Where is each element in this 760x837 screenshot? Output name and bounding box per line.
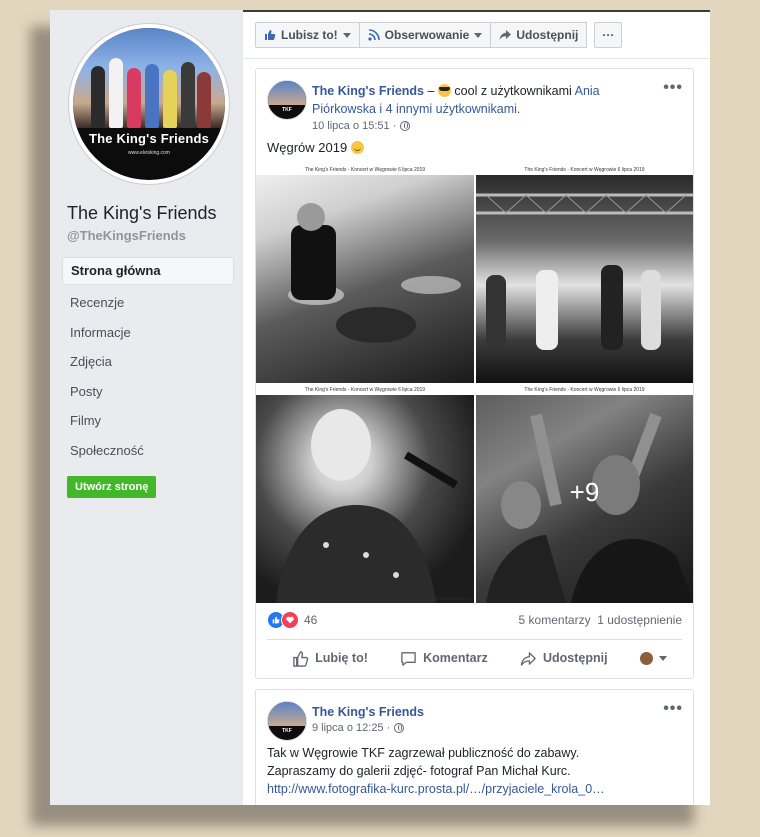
post-timestamp[interactable]: 9 lipca o 12:25 · [312, 722, 390, 734]
post-text-body: Węgrów 2019 [267, 140, 351, 155]
post-action-bar: Lubię to! Komentarz Udostępnij [256, 645, 693, 671]
love-reaction-icon [281, 611, 299, 629]
photo-caption: The King's Friends - Koncert w Węgrowie … [256, 385, 474, 395]
share-post-button[interactable]: Udostępnij [520, 645, 608, 671]
post-author-avatar[interactable]: TKF [267, 80, 307, 120]
avatar-url-text: www.elvisking.com [128, 150, 170, 156]
facebook-page-frame: The King's Friends www.elvisking.com The… [50, 10, 710, 805]
share-arrow-icon [499, 30, 512, 40]
stage-truss-shapes [476, 193, 693, 350]
photo-drummer[interactable]: The King's Friends - Koncert w Węgrowie … [256, 165, 474, 383]
more-options-button[interactable]: ··· [594, 22, 623, 48]
gallery-link[interactable]: http://www.fotografika-kurc.prosta.pl/…/… [267, 782, 605, 796]
divider [243, 58, 710, 59]
reaction-count: 46 [304, 613, 318, 627]
photo-caption: The King's Friends - Koncert w Węgrowie … [476, 385, 693, 395]
reactions-summary[interactable]: 46 [267, 611, 317, 629]
smile-emoji-icon [350, 141, 364, 154]
photo-stage[interactable]: The King's Friends - Koncert w Węgrowie … [476, 165, 693, 383]
share-arrow-icon [520, 651, 536, 666]
photo-caption: The King's Friends - Koncert w Węgrowie … [476, 165, 693, 175]
post-text: Tak w Węgrowie TKF zagrzewał publiczność… [267, 744, 605, 798]
globe-icon [394, 723, 405, 733]
follow-label: Obserwowanie [384, 28, 470, 42]
like-page-button[interactable]: Lubisz to! [255, 22, 360, 48]
thumbs-up-outline-icon [293, 650, 309, 667]
post-menu-button[interactable]: ••• [663, 700, 683, 718]
cool-emoji-icon [437, 84, 451, 97]
band-photo [73, 28, 225, 128]
post-as-selector[interactable] [639, 645, 667, 671]
post-header-text: The King's Friends [312, 703, 642, 721]
photo-singer[interactable]: The King's Friends - Koncert w Węgrowie … [256, 385, 474, 603]
thumbs-up-icon [265, 30, 276, 40]
photo-more[interactable]: The King's Friends - Koncert w Węgrowie … [476, 385, 693, 603]
page-avatar[interactable]: The King's Friends www.elvisking.com [69, 24, 229, 184]
post-header-text: The King's Friends – cool z użytkownikam… [312, 82, 642, 118]
page-sidebar: The King's Friends www.elvisking.com The… [50, 10, 243, 805]
nav-item-about[interactable]: Informacje [62, 318, 234, 348]
like-post-label: Lubię to! [315, 651, 368, 665]
post-meta: 9 lipca o 12:25 · [312, 722, 405, 734]
like-post-button[interactable]: Lubię to! [292, 645, 368, 671]
page-handle[interactable]: @TheKingsFriends [67, 228, 186, 243]
post-author-avatar[interactable]: TKF [267, 701, 307, 741]
share-post-label: Udostępnij [542, 651, 608, 665]
page-action-bar: Lubisz to! Obserwowanie Udostępnij ··· [255, 22, 623, 48]
shares-count-link[interactable]: 1 udostępnienie [597, 613, 682, 627]
divider [267, 639, 682, 640]
globe-icon [400, 121, 411, 131]
post-text-line: Zapraszamy do galerii zdjęć- fotograf Pa… [267, 764, 571, 778]
post-card: TKF The King's Friends – cool z użytkown… [255, 68, 694, 679]
like-page-label: Lubisz to! [281, 28, 338, 42]
nav-item-community[interactable]: Społeczność [62, 436, 234, 466]
chevron-down-icon [658, 655, 667, 661]
post-text-line: Tak w Węgrowie TKF zagrzewał publiczność… [267, 746, 580, 760]
user-avatar [639, 651, 653, 665]
comment-label: Komentarz [423, 651, 488, 665]
nav-item-videos[interactable]: Filmy [62, 406, 234, 436]
nav-item-home[interactable]: Strona główna [62, 257, 234, 285]
chevron-down-icon [474, 32, 483, 38]
drum-kit-shapes [288, 203, 461, 343]
photo-credit: Fot. Michał Kurc 2019 [431, 596, 470, 601]
page-nav: Strona główna Recenzje Informacje Zdjęci… [62, 257, 234, 465]
share-page-label: Udostępnij [516, 28, 579, 42]
nav-item-photos[interactable]: Zdjęcia [62, 347, 234, 377]
rss-icon [368, 29, 380, 41]
post-author-link[interactable]: The King's Friends [312, 84, 424, 98]
nav-item-reviews[interactable]: Recenzje [62, 288, 234, 318]
post-text: Węgrów 2019 [267, 139, 364, 157]
share-page-button[interactable]: Udostępnij [490, 22, 588, 48]
avatar-image: The King's Friends www.elvisking.com [73, 28, 225, 180]
feeling-text: cool z użytkownikami [450, 84, 575, 98]
page-title[interactable]: The King's Friends [67, 203, 217, 224]
more-photos-count[interactable]: +9 [476, 477, 693, 508]
comments-count-link[interactable]: 5 komentarzy [519, 613, 591, 627]
comment-bubble-icon [401, 651, 416, 666]
post-author-link[interactable]: The King's Friends [312, 705, 424, 719]
comment-button[interactable]: Komentarz [400, 645, 488, 671]
singer-shapes [276, 409, 459, 603]
feeling-dash: – [427, 84, 438, 98]
follow-button[interactable]: Obserwowanie [358, 22, 492, 48]
nav-item-posts[interactable]: Posty [62, 377, 234, 407]
post-menu-button[interactable]: ••• [663, 79, 683, 97]
main-column: Lubisz to! Obserwowanie Udostępnij ··· T… [243, 12, 710, 805]
more-options-icon: ··· [602, 28, 615, 42]
post-timestamp[interactable]: 10 lipca o 15:51 · [312, 120, 396, 132]
photo-caption: The King's Friends - Koncert w Węgrowie … [256, 165, 474, 175]
post-meta: 10 lipca o 15:51 · [312, 120, 411, 132]
engagement-counts: 5 komentarzy 1 udostępnienie [519, 613, 682, 627]
photo-grid: The King's Friends - Koncert w Węgrowie … [256, 165, 693, 603]
create-page-button[interactable]: Utwórz stronę [67, 476, 157, 498]
avatar-logo-text: The King's Friends [88, 131, 210, 146]
post-card: TKF The King's Friends 9 lipca o 12:25 ·… [255, 689, 694, 805]
chevron-down-icon [342, 32, 351, 38]
